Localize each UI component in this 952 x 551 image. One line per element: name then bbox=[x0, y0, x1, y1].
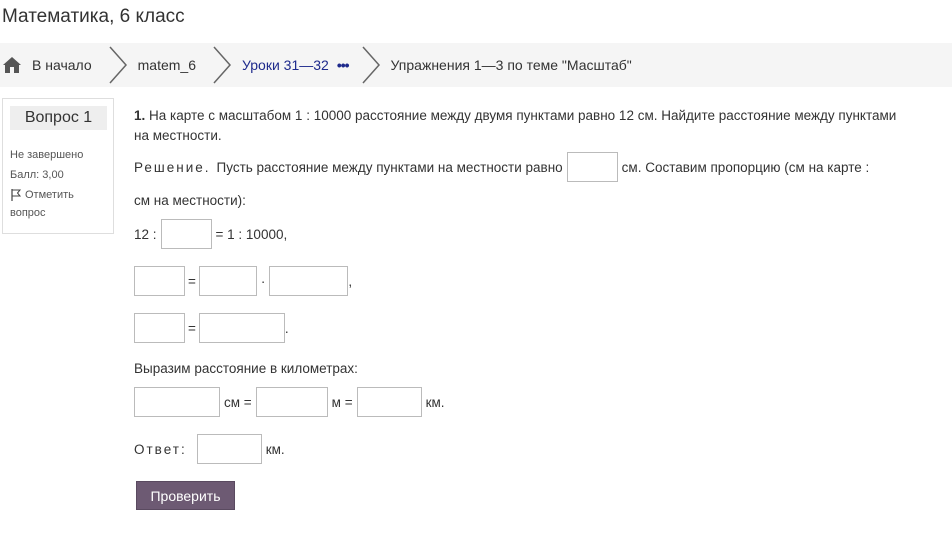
breadcrumb-section[interactable]: Уроки 31—32 ••• bbox=[238, 43, 350, 87]
eq2-right-input[interactable] bbox=[198, 313, 285, 343]
breadcrumb: В начало matem_6 Уроки 31—32 ••• Упражне… bbox=[0, 43, 952, 87]
answer-input[interactable] bbox=[196, 434, 262, 464]
solution-label: Решение. bbox=[134, 159, 211, 175]
breadcrumb-separator-icon bbox=[361, 46, 380, 84]
flag-question-label-2[interactable]: вопрос bbox=[10, 203, 113, 223]
check-button[interactable]: Проверить bbox=[136, 481, 235, 510]
km-value-input[interactable] bbox=[356, 387, 422, 417]
answer-line: Ответ: км. bbox=[134, 434, 285, 464]
course-title: Математика, 6 класс bbox=[2, 6, 185, 27]
solution-text-1: Пусть расстояние между пунктами на местн… bbox=[216, 159, 563, 175]
unit-cm-equals: см = bbox=[224, 394, 252, 410]
breadcrumb-current: Упражнения 1—3 по теме "Масштаб" bbox=[387, 43, 636, 87]
question-score: Балл: 3,00 bbox=[10, 169, 64, 181]
eq1-mid-input[interactable] bbox=[198, 266, 257, 296]
question-body: На карте с масштабом 1 : 10000 расстояни… bbox=[134, 108, 897, 143]
equation-line-1: = · , bbox=[134, 266, 352, 296]
eq1-multiply: · bbox=[260, 273, 266, 289]
breadcrumb-home-label[interactable]: В начало bbox=[28, 57, 96, 73]
eq1-equals: = bbox=[188, 273, 196, 289]
solution-line-2: см на местности): bbox=[134, 193, 246, 208]
breadcrumb-course-label[interactable]: matem_6 bbox=[134, 57, 200, 73]
solution-line-1: Решение. Пусть расстояние между пунктами… bbox=[134, 152, 869, 182]
equation-line-2: = . bbox=[134, 313, 289, 343]
breadcrumb-separator-icon bbox=[109, 46, 127, 84]
eq1-left-input[interactable] bbox=[134, 266, 185, 296]
eq2-period: . bbox=[284, 320, 289, 336]
eq2-left-input[interactable] bbox=[134, 313, 185, 343]
eq1-comma: , bbox=[348, 273, 353, 289]
breadcrumb-more-icon[interactable]: ••• bbox=[337, 57, 350, 73]
flag-question-label[interactable]: Отметить bbox=[25, 185, 74, 205]
proportion-input[interactable] bbox=[160, 219, 212, 249]
proportion-line: 12 : = 1 : 10000, bbox=[134, 219, 287, 249]
answer-label: Ответ: bbox=[134, 441, 187, 457]
solution-text-3: см на местности): bbox=[134, 193, 246, 208]
question-status: Не завершено bbox=[10, 149, 84, 161]
home-icon bbox=[3, 57, 21, 73]
breadcrumb-section-label[interactable]: Уроки 31—32 bbox=[238, 57, 333, 73]
breadcrumb-course[interactable]: matem_6 bbox=[134, 43, 200, 87]
breadcrumb-current-label: Упражнения 1—3 по теме "Масштаб" bbox=[390, 57, 632, 73]
proportion-left-text: 12 : bbox=[134, 226, 157, 242]
m-value-input[interactable] bbox=[255, 387, 328, 417]
x-distance-input[interactable] bbox=[566, 152, 618, 182]
conversion-line: см = м = км. bbox=[134, 387, 445, 417]
answer-unit: км. bbox=[265, 441, 285, 457]
km-intro-text: Выразим расстояние в километрах: bbox=[134, 361, 358, 376]
question-text: 1. На карте с масштабом 1 : 10000 рассто… bbox=[134, 106, 904, 146]
question-number-inline: 1. bbox=[134, 108, 146, 123]
km-intro-line: Выразим расстояние в километрах: bbox=[134, 361, 358, 376]
flag-icon[interactable] bbox=[10, 189, 22, 201]
eq1-right-input[interactable] bbox=[269, 266, 349, 296]
unit-m-equals: м = bbox=[331, 394, 353, 410]
question-info-panel: Вопрос 1 Не завершено Балл: 3,00 Отметит… bbox=[2, 98, 114, 234]
question-number: Вопрос 1 bbox=[10, 106, 107, 130]
solution-text-2: см. Составим пропорцию (см на карте : bbox=[621, 159, 870, 175]
eq2-equals: = bbox=[188, 320, 196, 336]
flag-question-link[interactable]: Отметить bbox=[10, 185, 113, 205]
breadcrumb-home[interactable]: В начало bbox=[0, 43, 96, 87]
unit-km: км. bbox=[425, 394, 445, 410]
proportion-right-text: = 1 : 10000, bbox=[215, 226, 288, 242]
breadcrumb-separator-icon bbox=[213, 46, 232, 84]
cm-value-input[interactable] bbox=[134, 387, 220, 417]
